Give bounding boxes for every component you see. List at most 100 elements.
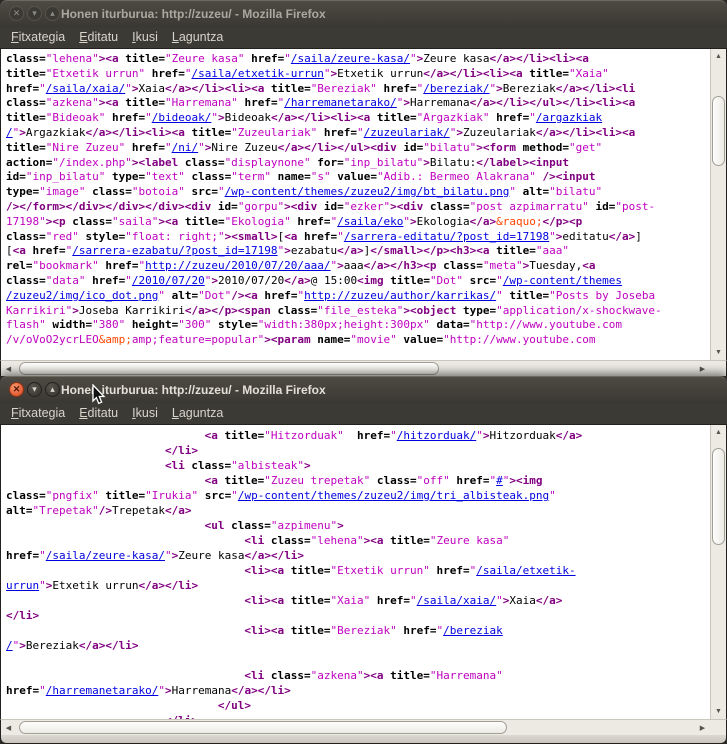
source-token: </a></li><li><a	[536, 126, 635, 139]
source-link[interactable]: #	[496, 474, 503, 487]
source-token: "bilatu"	[423, 141, 476, 154]
source-link[interactable]: /	[6, 126, 13, 139]
vertical-scrollbar[interactable]: ▲ ▼	[710, 425, 726, 719]
source-link[interactable]: /wp-content/themes	[503, 274, 622, 287]
minimize-icon: ▾	[32, 9, 37, 18]
source-token: Bereziak	[503, 82, 556, 95]
source-token: </label><input	[476, 156, 569, 169]
source-token: "azkena"	[46, 96, 99, 109]
source-link[interactable]: /ni/	[172, 141, 199, 154]
source-token: </a>	[536, 594, 563, 607]
source-token: "	[198, 141, 205, 154]
source-view[interactable]: <a title="Hitzorduak" href="/hitzorduak/…	[1, 425, 710, 719]
minimize-icon: ▾	[32, 385, 37, 394]
scroll-up-button[interactable]: ▲	[711, 49, 726, 64]
source-link[interactable]: /bereziak/	[423, 82, 489, 95]
source-link[interactable]: /saila/zeure-kasa/	[291, 52, 410, 65]
close-button[interactable]: ✕	[9, 6, 24, 21]
minimize-button[interactable]: ▾	[27, 382, 42, 397]
menu-item-editatu[interactable]: Editatu	[72, 403, 125, 424]
source-link[interactable]: http://zuzeu/author/karrikas/	[304, 289, 496, 302]
menu-item-ikusi[interactable]: Ikusi	[125, 27, 165, 48]
source-link[interactable]: /zuzeulariak/	[364, 126, 450, 139]
source-token: ><a	[158, 215, 178, 228]
scroll-up-button[interactable]: ▲	[711, 425, 726, 440]
scrollbar-thumb[interactable]	[712, 448, 725, 545]
source-token: "	[231, 489, 238, 502]
vertical-scrollbar[interactable]: ▲ ▼	[710, 49, 726, 360]
source-token: ><a	[99, 52, 119, 65]
source-token: <a	[284, 230, 297, 243]
scrollbar-thumb[interactable]	[712, 96, 725, 166]
menu-item-fitxategia[interactable]: Fitxategia	[4, 27, 72, 48]
source-link[interactable]: /saila/etxetik-	[476, 564, 575, 577]
close-button[interactable]: ✕	[9, 382, 24, 397]
menu-item-fitxategia[interactable]: Fitxategia	[4, 403, 72, 424]
source-link[interactable]: /harremanetarako/	[284, 96, 397, 109]
scrollbar-thumb[interactable]	[19, 721, 507, 734]
menu-item-laguntza[interactable]: Laguntza	[165, 27, 230, 48]
maximize-button[interactable]: ▴	[45, 6, 60, 21]
menu-item-laguntza[interactable]: Laguntza	[165, 403, 230, 424]
source-link[interactable]: /hitzorduak/	[397, 429, 476, 442]
scroll-down-button[interactable]: ▼	[711, 345, 726, 360]
scroll-left-button[interactable]: ◀	[1, 720, 16, 735]
maximize-button[interactable]: ▴	[45, 382, 60, 397]
scrollbar-track[interactable]	[711, 440, 726, 704]
source-link[interactable]: /wp-content/themes/zuzeu2/img/tri_albist…	[238, 489, 549, 502]
source-link[interactable]: /saila/xaia/	[417, 594, 496, 607]
source-link[interactable]: /sarrera-editatu/?post_id=17198	[344, 230, 549, 243]
source-link[interactable]: /	[6, 639, 13, 652]
source-link[interactable]: /bideoak/	[152, 111, 212, 124]
source-token: class=	[437, 259, 483, 272]
source-link[interactable]: http://zuzeu/2010/07/20/aaa/	[145, 259, 330, 272]
source-token: "	[39, 684, 46, 697]
titlebar[interactable]: ✕ ▾ ▴ Honen iturburua: http://zuzeu/ - M…	[0, 376, 727, 403]
titlebar[interactable]: ✕ ▾ ▴ Honen iturburua: http://zuzeu/ - M…	[0, 0, 727, 27]
horizontal-scrollbar[interactable]: ◀ ▶	[0, 719, 727, 735]
menubar: FitxategiaEditatuIkusiLaguntza	[0, 403, 727, 425]
source-token: </a></li><li><a	[165, 82, 264, 95]
source-token: title=	[384, 669, 430, 682]
scroll-left-button[interactable]: ◀	[1, 361, 16, 376]
scroll-right-button[interactable]: ▶	[695, 720, 710, 735]
source-link[interactable]: /saila/xaia/	[46, 82, 125, 95]
source-link[interactable]: /argazkiak	[536, 111, 602, 124]
scrollbar-track[interactable]	[711, 64, 726, 345]
horizontal-scrollbar[interactable]: ◀ ▶	[0, 360, 727, 376]
source-token: class=	[271, 304, 317, 317]
source-link[interactable]: /bereziak	[443, 624, 503, 637]
menu-item-editatu[interactable]: Editatu	[72, 27, 125, 48]
source-token: Xaia	[509, 594, 536, 607]
source-token: </a></li>	[231, 684, 291, 697]
scroll-down-button[interactable]: ▼	[711, 704, 726, 719]
source-token: "post-	[615, 200, 655, 213]
source-link[interactable]: /zuzeu2/img/ico_dot.png	[6, 289, 158, 302]
source-token: "saila"	[112, 215, 158, 228]
source-token: </a></h3><p	[364, 259, 437, 272]
source-token: "	[496, 289, 503, 302]
source-token: </a></p><span	[185, 304, 271, 317]
scroll-right-button[interactable]: ▶	[695, 361, 710, 376]
desktop: ✕ ▾ ▴ Honen iturburua: http://zuzeu/ - M…	[0, 0, 727, 744]
source-token: "380"	[92, 318, 125, 331]
source-token: Trepetak	[112, 504, 165, 517]
source-link[interactable]: /saila/eko	[337, 215, 403, 228]
minimize-button[interactable]: ▾	[27, 6, 42, 21]
source-token: href=	[430, 564, 470, 577]
source-link[interactable]: /sarrera-ezabatu/?post_id=17198	[72, 244, 277, 257]
scrollbar-thumb[interactable]	[19, 362, 439, 375]
source-link[interactable]: /saila/zeure-kasa/	[46, 549, 165, 562]
source-token: class=	[264, 534, 310, 547]
source-view[interactable]: class="lehena"><a title="Zeure kasa" hre…	[1, 49, 710, 360]
source-link[interactable]: /2010/07/20	[132, 274, 205, 287]
source-link[interactable]: /saila/etxetik-urrun	[191, 67, 323, 80]
menu-item-ikusi[interactable]: Ikusi	[125, 403, 165, 424]
source-link[interactable]: /harremanetarako/	[46, 684, 159, 697]
source-link[interactable]: /wp-content/themes/zuzeu2/img/bt_bilatu.…	[225, 185, 510, 198]
source-token: ><div	[390, 200, 423, 213]
source-token: >	[72, 304, 79, 317]
source-line: action="/index.php"><label class="displa…	[6, 156, 710, 171]
source-link[interactable]: urrun	[6, 579, 39, 592]
source-token: class=	[178, 156, 224, 169]
